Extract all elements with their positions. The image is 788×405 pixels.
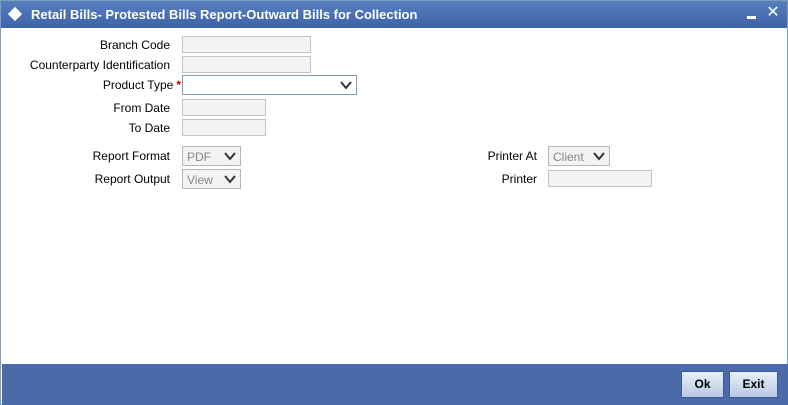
title-bar: Retail Bills- Protested Bills Report-Out…	[1, 1, 787, 28]
printer-label: Printer	[501, 172, 537, 186]
printer-at-label: Printer At	[487, 149, 537, 163]
report-output-label: Report Output	[94, 172, 170, 186]
counterparty-label: Counterparty Identification	[29, 58, 170, 72]
report-format-label: Report Format	[92, 149, 170, 163]
close-icon[interactable]: ✕	[765, 4, 781, 22]
printer-at-value: Client	[553, 150, 584, 164]
product-type-label-text: Product Type	[102, 78, 174, 92]
to-date-input[interactable]	[182, 119, 266, 136]
counterparty-input[interactable]	[182, 56, 311, 73]
chevron-down-icon	[593, 152, 605, 161]
report-format-value: PDF	[187, 150, 211, 164]
product-type-select[interactable]	[182, 75, 357, 95]
printer-at-select[interactable]: Client	[548, 146, 610, 166]
report-format-select[interactable]: PDF	[182, 146, 241, 166]
report-output-select[interactable]: View	[182, 169, 241, 189]
branch-code-input[interactable]	[182, 36, 311, 53]
report-window: Retail Bills- Protested Bills Report-Out…	[0, 0, 788, 405]
product-type-label: Product Type *	[21, 78, 181, 92]
exit-button[interactable]: Exit	[729, 371, 778, 398]
chevron-down-icon	[224, 152, 236, 161]
chevron-down-icon	[340, 81, 352, 90]
ok-button[interactable]: Ok	[681, 371, 724, 398]
minimize-icon[interactable]	[745, 6, 759, 22]
from-date-label: From Date	[113, 101, 170, 115]
branch-code-label: Branch Code	[99, 38, 170, 52]
from-date-input[interactable]	[182, 99, 266, 116]
required-marker: *	[176, 78, 181, 92]
window-diamond-icon	[7, 6, 23, 22]
report-output-value: View	[187, 173, 213, 187]
chevron-down-icon	[224, 175, 236, 184]
footer-bar: Ok Exit	[2, 364, 788, 405]
window-title: Retail Bills- Protested Bills Report-Out…	[31, 7, 418, 22]
to-date-label: To Date	[128, 121, 170, 135]
printer-input[interactable]	[548, 170, 652, 187]
